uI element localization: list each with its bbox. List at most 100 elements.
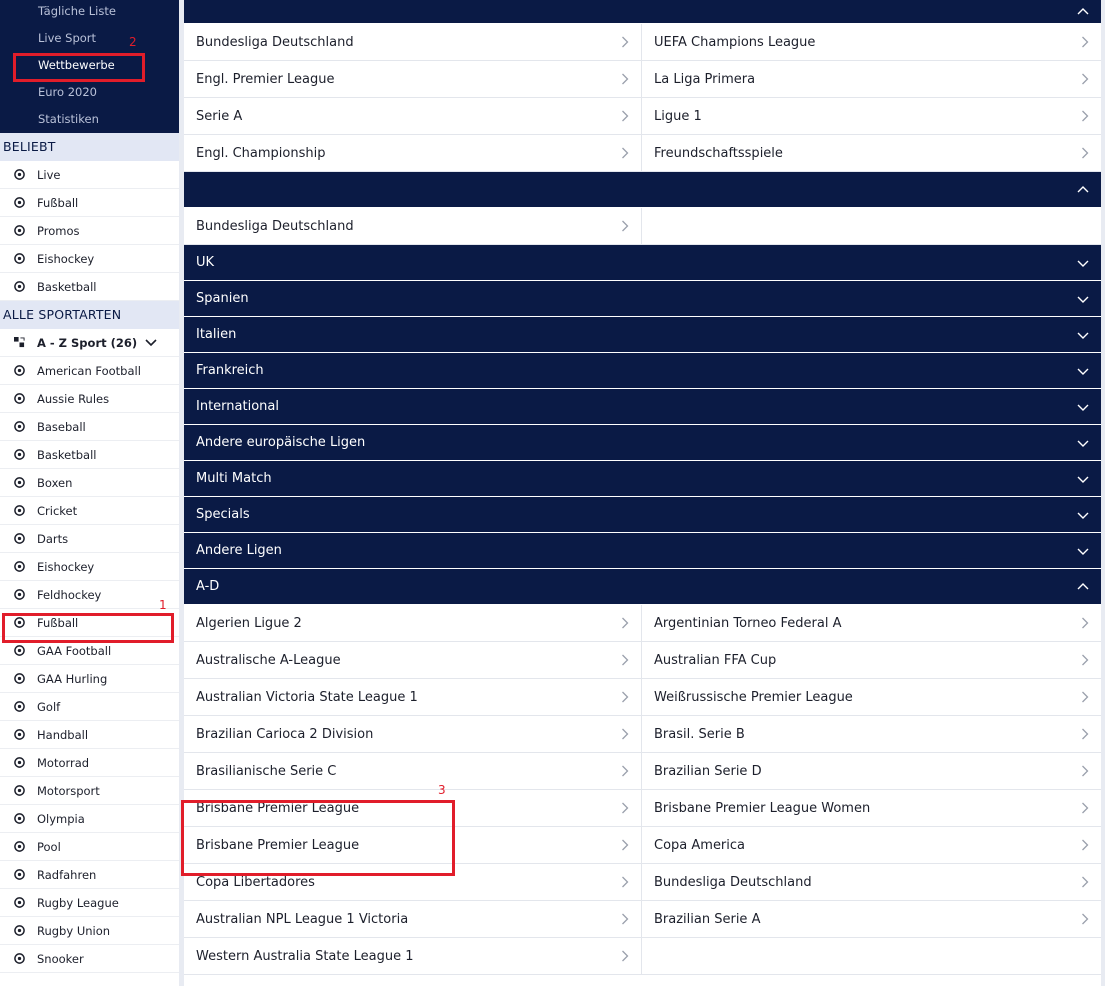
field-hockey-icon	[12, 588, 26, 602]
sidebar-item-label: Motorrad	[37, 755, 90, 770]
rugby-union-icon	[12, 924, 26, 938]
league-link[interactable]: Australian NPL League 1 Victoria	[184, 901, 642, 938]
nav-euro-2020[interactable]: Euro 2020	[0, 81, 179, 108]
chevron-down-icon	[1077, 545, 1089, 557]
sidebar-item-aussie-rules[interactable]: Aussie Rules	[0, 385, 179, 413]
sidebar-item-snooker[interactable]: Snooker	[0, 945, 179, 973]
section-header-andere-europaische-ligen[interactable]: Andere europäische Ligen	[184, 425, 1101, 461]
sidebar-item-label: Fußball	[37, 195, 79, 210]
sidebar-item-eishockey[interactable]: Eishockey	[0, 245, 179, 273]
section-title: International	[196, 399, 279, 414]
sidebar-item-radfahren[interactable]: Radfahren	[0, 861, 179, 889]
league-link[interactable]: Brasilianische Serie C	[184, 753, 642, 790]
olympics-icon	[12, 812, 26, 826]
sidebar-item-feldhockey[interactable]: Feldhockey	[0, 581, 179, 609]
section-header-italien[interactable]: Italien	[184, 317, 1101, 353]
league-link[interactable]: Bundesliga Deutschland	[184, 208, 642, 245]
league-link[interactable]: Argentinian Torneo Federal A	[642, 605, 1101, 642]
sidebar-item-label: GAA Hurling	[37, 671, 108, 686]
sidebar-item-label: Eishockey	[37, 251, 95, 266]
nav-live-sport[interactable]: Live Sport	[0, 27, 179, 54]
sidebar-item-motorsport[interactable]: Motorsport	[0, 777, 179, 805]
league-name: Copa Libertadores	[196, 874, 315, 890]
section-header-uk[interactable]: UK	[184, 245, 1101, 281]
sidebar-item-label: Olympia	[37, 811, 85, 826]
league-link[interactable]: Australian FFA Cup	[642, 642, 1101, 679]
sidebar-item-basketball[interactable]: Basketball	[0, 273, 179, 301]
league-link[interactable]: Algerien Ligue 2	[184, 605, 642, 642]
section-header-specials[interactable]: Specials	[184, 497, 1101, 533]
league-link[interactable]: Brasil. Serie B	[642, 716, 1101, 753]
a-d-leagues-grid: Algerien Ligue 2 Argentinian Torneo Feder…	[184, 605, 1101, 975]
section-header-international[interactable]: International	[184, 389, 1101, 425]
sidebar-item-label: Cricket	[37, 503, 78, 518]
section-header-andere-ligen[interactable]: Andere Ligen	[184, 533, 1101, 569]
sidebar-item-pool[interactable]: Pool	[0, 833, 179, 861]
snooker-icon	[12, 952, 26, 966]
sidebar-item-american-football[interactable]: American Football	[0, 357, 179, 385]
league-link[interactable]: Brazilian Carioca 2 Division	[184, 716, 642, 753]
league-link[interactable]: Engl. Premier League	[184, 61, 642, 98]
league-link[interactable]: La Liga Primera	[642, 61, 1101, 98]
league-link[interactable]: Weißrussische Premier League	[642, 679, 1101, 716]
section-header-top[interactable]	[184, 0, 1101, 24]
sidebar-item-label: Basketball	[37, 279, 97, 294]
boxing-icon	[12, 476, 26, 490]
league-link[interactable]: Copa America	[642, 827, 1101, 864]
section-header-a-d[interactable]: A-D	[184, 569, 1101, 605]
sidebar-item-motorrad[interactable]: Motorrad	[0, 749, 179, 777]
american-football-icon	[12, 364, 26, 378]
league-name: Argentinian Torneo Federal A	[654, 615, 842, 631]
league-name: Australische A-League	[196, 652, 341, 668]
section-title: Italien	[196, 327, 237, 342]
league-name: Serie A	[196, 108, 243, 124]
section-header-multi-match[interactable]: Multi Match	[184, 461, 1101, 497]
sidebar-item-label: Radfahren	[37, 867, 97, 882]
league-link[interactable]: Bundesliga Deutschland	[642, 864, 1101, 901]
league-link[interactable]: Brisbane Premier League Women	[642, 790, 1101, 827]
basketball-icon	[12, 448, 26, 462]
league-link[interactable]: Serie A	[184, 98, 642, 135]
sidebar-item-rugby-league[interactable]: Rugby League	[0, 889, 179, 917]
chevron-right-icon	[621, 220, 629, 232]
league-link[interactable]: Australian Victoria State League 1	[184, 679, 642, 716]
nav-daily-list[interactable]: Tägliche Liste	[0, 0, 179, 27]
sidebar-item-golf[interactable]: Golf	[0, 693, 179, 721]
sidebar-item-handball[interactable]: Handball	[0, 721, 179, 749]
section-header-second[interactable]	[184, 172, 1101, 208]
league-name: Engl. Premier League	[196, 71, 335, 87]
league-link[interactable]: Engl. Championship	[184, 135, 642, 172]
chevron-right-icon	[621, 839, 629, 851]
sidebar-item-baseball[interactable]: Baseball	[0, 413, 179, 441]
sidebar-item-olympia[interactable]: Olympia	[0, 805, 179, 833]
hurling-icon	[12, 672, 26, 686]
chevron-right-icon	[621, 147, 629, 159]
chevron-down-icon	[1077, 365, 1089, 377]
league-link[interactable]: UEFA Champions League	[642, 24, 1101, 61]
sidebar-item-live[interactable]: Live	[0, 161, 179, 189]
sidebar-item-eishockey[interactable]: Eishockey	[0, 553, 179, 581]
league-link[interactable]: Western Australia State League 1	[184, 938, 642, 975]
az-sports-toggle[interactable]: A - Z Sport (26)	[0, 329, 179, 357]
sidebar-item-gaa-hurling[interactable]: GAA Hurling	[0, 665, 179, 693]
league-link[interactable]: Australische A-League	[184, 642, 642, 679]
sidebar-item-label: Golf	[37, 699, 61, 714]
empty-cell	[642, 208, 1101, 245]
sidebar-item-promos[interactable]: Promos	[0, 217, 179, 245]
league-link[interactable]: Brazilian Serie A	[642, 901, 1101, 938]
league-link[interactable]: Bundesliga Deutschland	[184, 24, 642, 61]
sidebar-item-rugby-union[interactable]: Rugby Union	[0, 917, 179, 945]
motorbike-icon	[12, 756, 26, 770]
sidebar-item-fussball[interactable]: Fußball	[0, 189, 179, 217]
sidebar-item-label: Motorsport	[37, 783, 100, 798]
sidebar-item-darts[interactable]: Darts	[0, 525, 179, 553]
section-header-frankreich[interactable]: Frankreich	[184, 353, 1101, 389]
sidebar-item-boxen[interactable]: Boxen	[0, 469, 179, 497]
nav-statistics[interactable]: Statistiken	[0, 108, 179, 135]
league-link[interactable]: Freundschaftsspiele	[642, 135, 1101, 172]
league-link[interactable]: Ligue 1	[642, 98, 1101, 135]
sidebar-item-basketball[interactable]: Basketball	[0, 441, 179, 469]
sidebar-item-cricket[interactable]: Cricket	[0, 497, 179, 525]
section-header-spanien[interactable]: Spanien	[184, 281, 1101, 317]
league-link[interactable]: Brazilian Serie D	[642, 753, 1101, 790]
